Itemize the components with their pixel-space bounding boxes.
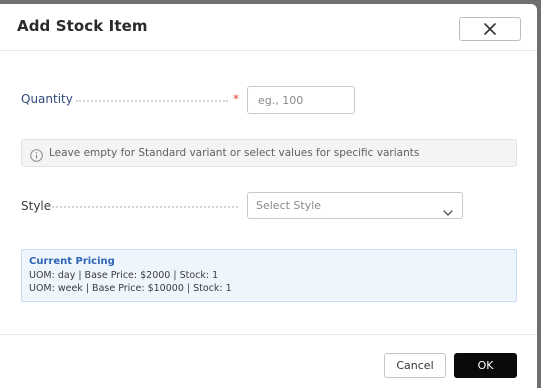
variant-info-text: Leave empty for Standard variant or sele… — [49, 147, 420, 159]
close-icon — [484, 23, 496, 35]
dialog-footer-divider — [0, 334, 537, 336]
quantity-label: Quantity — [21, 92, 73, 106]
required-indicator: * — [233, 92, 239, 106]
dialog-title: Add Stock Item — [17, 17, 148, 35]
chevron-down-icon — [443, 202, 453, 221]
dialog-header: Add Stock Item — [0, 4, 537, 51]
style-label-leader — [52, 206, 238, 208]
add-stock-item-dialog: Add Stock Item Quantity * Leave empty fo… — [0, 4, 537, 388]
style-select[interactable]: Select Style — [247, 192, 463, 219]
close-button[interactable] — [459, 17, 521, 41]
ok-button[interactable]: OK — [454, 353, 517, 378]
pricing-line: UOM: week | Base Price: $10000 | Stock: … — [29, 283, 232, 294]
cancel-button[interactable]: Cancel — [384, 353, 446, 378]
pricing-line: UOM: day | Base Price: $2000 | Stock: 1 — [29, 270, 219, 281]
style-select-placeholder: Select Style — [256, 199, 322, 212]
style-label: Style — [21, 199, 52, 213]
quantity-input[interactable] — [247, 86, 355, 114]
info-circle-icon — [30, 147, 43, 162]
variant-info-box: Leave empty for Standard variant or sele… — [21, 139, 517, 167]
current-pricing-title: Current Pricing — [29, 256, 115, 267]
current-pricing-box: Current Pricing UOM: day | Base Price: $… — [21, 249, 517, 302]
quantity-label-leader — [76, 100, 228, 102]
